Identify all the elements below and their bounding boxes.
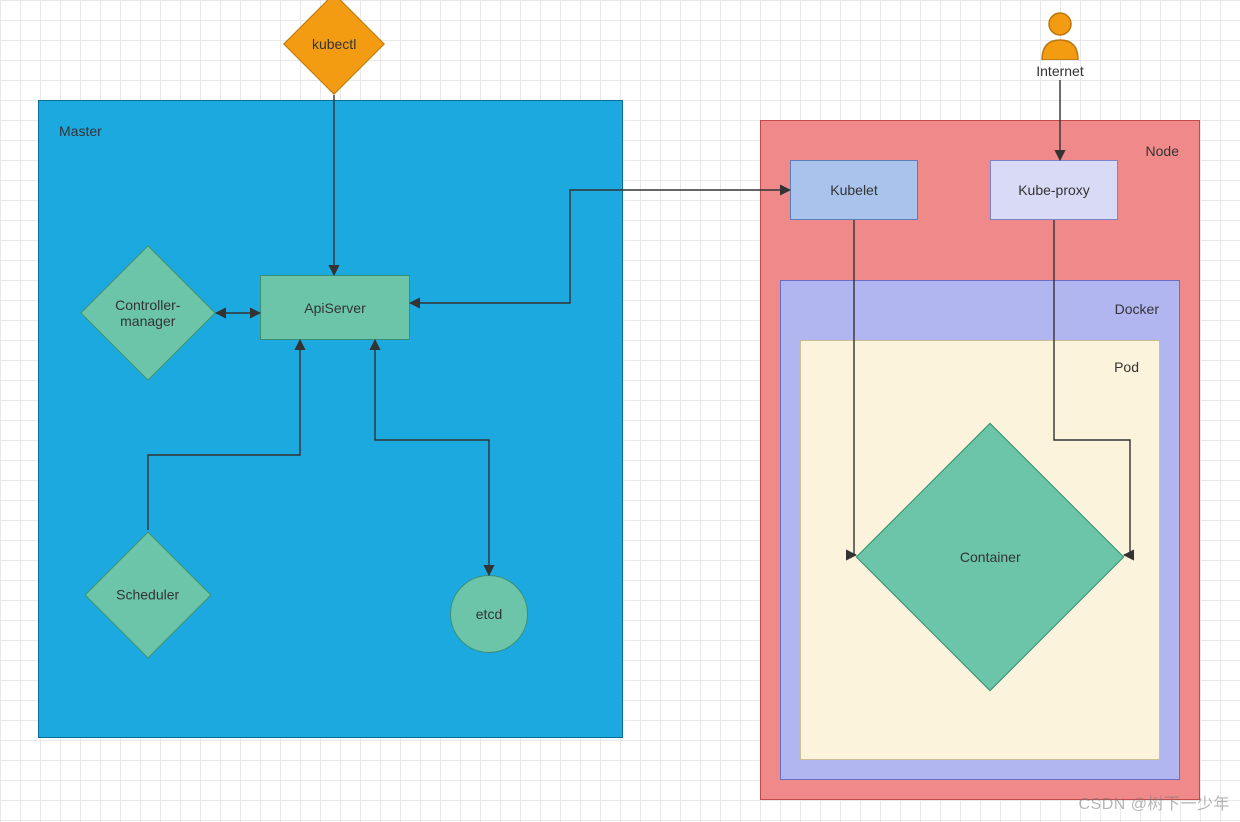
kube-proxy-rect: Kube-proxy <box>990 160 1118 220</box>
etcd-circle: etcd <box>450 575 528 653</box>
master-container: Master <box>38 100 623 738</box>
kube-proxy-label: Kube-proxy <box>1018 182 1090 198</box>
person-icon <box>1030 10 1090 60</box>
watermark: CSDN @树下一少年 <box>1078 790 1230 814</box>
kubelet-label: Kubelet <box>830 182 877 198</box>
etcd-label: etcd <box>476 606 502 622</box>
docker-title: Docker <box>1115 301 1159 317</box>
pod-title: Pod <box>1114 359 1139 375</box>
kubectl-label: kubectl <box>312 36 356 52</box>
internet-label: Internet <box>1030 63 1090 79</box>
scheduler-label: Scheduler <box>116 587 179 603</box>
apiserver-rect: ApiServer <box>260 275 410 340</box>
controller-manager-label: Controller- manager <box>115 297 180 329</box>
internet-actor: Internet <box>1030 10 1090 80</box>
node-title: Node <box>1146 143 1179 159</box>
apiserver-label: ApiServer <box>304 300 365 316</box>
container-label: Container <box>960 549 1021 565</box>
kubelet-rect: Kubelet <box>790 160 918 220</box>
master-title: Master <box>59 123 102 139</box>
kubectl-diamond: kubectl <box>283 0 385 95</box>
